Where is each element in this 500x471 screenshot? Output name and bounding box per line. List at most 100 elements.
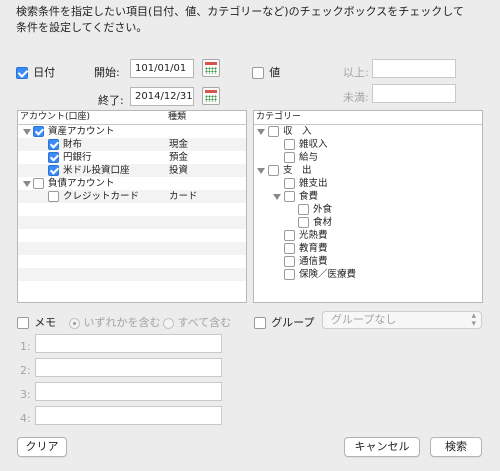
account-checkbox[interactable]: [33, 126, 44, 137]
account-row[interactable]: [18, 229, 246, 242]
category-row[interactable]: 給与: [254, 151, 482, 164]
account-row[interactable]: [18, 281, 246, 294]
categories-list: 収 入雑収入 給与支 出雑支出食費 外食 食材 光熱費 教育費 通信費 保険／医療費: [254, 125, 482, 281]
account-checkbox[interactable]: [48, 139, 59, 150]
memo-field-4[interactable]: [35, 406, 222, 425]
category-checkbox[interactable]: [268, 126, 279, 137]
account-row[interactable]: [18, 203, 246, 216]
value-min-field[interactable]: [372, 59, 456, 78]
category-checkbox[interactable]: [268, 165, 279, 176]
category-checkbox[interactable]: [284, 256, 295, 267]
category-label: 食費: [299, 191, 319, 202]
account-row[interactable]: 米ドル投資口座 投資: [18, 164, 246, 177]
radio-all-button[interactable]: [163, 317, 174, 329]
start-calendar-icon[interactable]: [202, 59, 220, 77]
disclosure-triangle-icon[interactable]: [257, 168, 265, 174]
value-max-label: 未満:: [343, 91, 369, 104]
category-label: 食材: [313, 217, 333, 228]
category-checkbox[interactable]: [284, 243, 295, 254]
category-checkbox[interactable]: [284, 269, 295, 280]
account-checkbox[interactable]: [48, 191, 59, 202]
memo-field-2[interactable]: [35, 358, 222, 377]
category-row[interactable]: 通信費: [254, 255, 482, 268]
category-label: 雑支出: [299, 178, 328, 189]
accounts-column-account[interactable]: アカウント(口座): [20, 111, 90, 124]
category-row[interactable]: 外食: [254, 203, 482, 216]
group-select[interactable]: グループなし ▴ ▾: [322, 311, 482, 329]
account-label: 負債アカウント: [48, 178, 115, 189]
value-checkbox-group[interactable]: 値: [252, 64, 280, 80]
category-checkbox[interactable]: [284, 191, 295, 202]
account-row[interactable]: 負債アカウント: [18, 177, 246, 190]
category-row[interactable]: 支 出: [254, 164, 482, 177]
memo-checkbox[interactable]: [17, 317, 29, 329]
start-date-field[interactable]: 101/01/01: [130, 59, 194, 78]
instruction-text: 検索条件を指定したい項目(日付、値、カテゴリーなど)のチェックボックスをチェック…: [16, 4, 486, 36]
accounts-list: 資産アカウント 財布 現金 円銀行 預金 米ドル投資口座 投資 負債アカウント クレジットカード…: [18, 125, 246, 294]
account-checkbox[interactable]: [48, 165, 59, 176]
account-row[interactable]: 円銀行 預金: [18, 151, 246, 164]
account-checkbox[interactable]: [48, 152, 59, 163]
category-checkbox[interactable]: [284, 230, 295, 241]
date-checkbox-group[interactable]: 日付: [16, 64, 55, 80]
group-checkbox[interactable]: [254, 317, 266, 329]
group-checkbox-group[interactable]: グループ: [254, 314, 315, 330]
memo-field-3-number: 3:: [20, 388, 31, 401]
value-max-field[interactable]: [372, 84, 456, 103]
group-select-value: グループなし: [331, 313, 397, 326]
cancel-button[interactable]: キャンセル: [344, 437, 420, 457]
accounts-panel[interactable]: アカウント(口座) 種類 資産アカウント 財布 現金 円銀行 預金 米ドル投資口座 投資 負債…: [17, 110, 247, 303]
category-row[interactable]: 食費: [254, 190, 482, 203]
instruction-line-1: 検索条件を指定したい項目(日付、値、カテゴリーなど)のチェックボックスをチェック…: [16, 5, 464, 18]
memo-checkbox-group[interactable]: メモ: [17, 314, 56, 330]
memo-field-2-number: 2:: [20, 364, 31, 377]
account-row[interactable]: [18, 242, 246, 255]
categories-panel[interactable]: カテゴリー 収 入雑収入 給与支 出雑支出食費 外食 食材 光熱費 教育費 通信費 保険／医療…: [253, 110, 483, 303]
category-row[interactable]: 教育費: [254, 242, 482, 255]
radio-any-button[interactable]: [69, 317, 80, 329]
memo-field-1-number: 1:: [20, 340, 31, 353]
account-type: カード: [169, 191, 198, 202]
category-row[interactable]: 光熱費: [254, 229, 482, 242]
disclosure-triangle-icon[interactable]: [23, 181, 31, 187]
account-row[interactable]: [18, 216, 246, 229]
account-checkbox[interactable]: [33, 178, 44, 189]
category-row[interactable]: 雑支出: [254, 177, 482, 190]
category-row[interactable]: 保険／医療費: [254, 268, 482, 281]
account-row[interactable]: クレジットカード カード: [18, 190, 246, 203]
category-row[interactable]: 食材: [254, 216, 482, 229]
category-checkbox[interactable]: [284, 139, 295, 150]
account-row[interactable]: 資産アカウント: [18, 125, 246, 138]
category-checkbox[interactable]: [284, 152, 295, 163]
disclosure-triangle-icon[interactable]: [273, 194, 281, 200]
account-label: クレジットカード: [63, 191, 140, 202]
start-date-label: 開始:: [94, 66, 120, 79]
instruction-line-2: 条件を設定してください。: [16, 21, 148, 34]
radio-any-group[interactable]: いずれかを含む: [69, 314, 161, 330]
value-checkbox[interactable]: [252, 67, 264, 79]
clear-button[interactable]: クリア: [17, 437, 67, 457]
category-checkbox[interactable]: [298, 217, 309, 228]
disclosure-triangle-icon[interactable]: [257, 129, 265, 135]
radio-any-label: いずれかを含む: [83, 316, 161, 329]
account-row[interactable]: 財布 現金: [18, 138, 246, 151]
end-date-field[interactable]: 2014/12/31: [130, 87, 194, 106]
category-checkbox[interactable]: [284, 178, 295, 189]
accounts-column-type[interactable]: 種類: [168, 111, 186, 124]
memo-field-1[interactable]: [35, 334, 222, 353]
end-calendar-icon[interactable]: [202, 87, 220, 105]
categories-column-category[interactable]: カテゴリー: [256, 111, 301, 124]
account-type: 投資: [169, 165, 189, 176]
category-label: 保険／医療費: [299, 269, 357, 280]
radio-all-group[interactable]: すべて含む: [163, 314, 231, 330]
date-checkbox[interactable]: [16, 67, 28, 79]
category-row[interactable]: 雑収入: [254, 138, 482, 151]
memo-field-3[interactable]: [35, 382, 222, 401]
account-row[interactable]: [18, 255, 246, 268]
search-button[interactable]: 検索: [430, 437, 482, 457]
account-row[interactable]: [18, 268, 246, 281]
disclosure-triangle-icon[interactable]: [23, 129, 31, 135]
categories-header: カテゴリー: [254, 111, 482, 125]
category-row[interactable]: 収 入: [254, 125, 482, 138]
category-checkbox[interactable]: [298, 204, 309, 215]
